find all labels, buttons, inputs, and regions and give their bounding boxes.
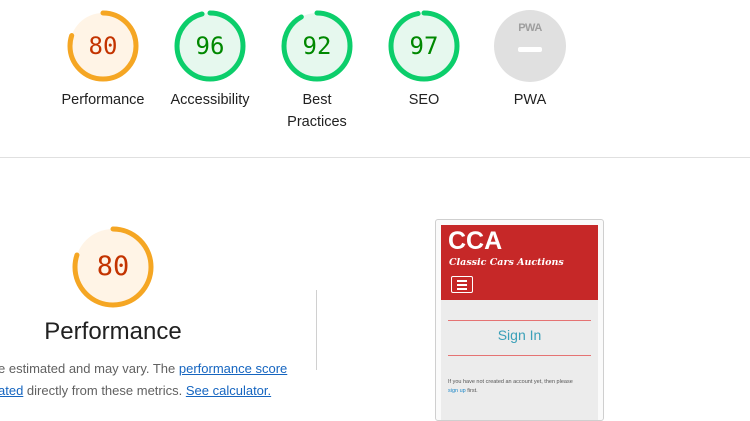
performance-gauge[interactable]: 80 Performance xyxy=(61,9,145,108)
desc-text-1: e estimated and may vary. The xyxy=(0,361,179,376)
performance-description: e estimated and may vary. The performanc… xyxy=(0,358,308,402)
site-header: CCA Classic Cars Auctions xyxy=(441,225,598,300)
best-practices-label: Best Practices xyxy=(287,92,347,130)
pwa-label: PWA xyxy=(513,92,547,108)
seo-gauge[interactable]: 97 SEO xyxy=(387,9,461,108)
note-signup-link: sign up xyxy=(448,388,466,394)
accessibility-gauge[interactable]: 96 Accessibility xyxy=(171,9,249,108)
best-practices-score: 92 xyxy=(302,32,332,60)
performance-score-link[interactable]: performance score xyxy=(179,361,287,376)
see-calculator-link[interactable]: See calculator. xyxy=(186,383,271,398)
page-screenshot[interactable]: CCA Classic Cars Auctions Sign In If you… xyxy=(435,219,604,421)
sign-in-heading: Sign In xyxy=(497,327,542,343)
site-logo: CCA xyxy=(448,227,503,255)
site-body: Sign In If you have not created an accou… xyxy=(441,300,598,420)
bottom-rule xyxy=(448,355,591,356)
site-tagline: Classic Cars Auctions xyxy=(449,257,564,268)
pwa-badge-text: PWA xyxy=(518,22,542,34)
seo-score: 97 xyxy=(409,32,439,60)
section-divider xyxy=(0,157,750,158)
top-rule xyxy=(448,320,591,321)
accessibility-label: Accessibility xyxy=(170,92,250,108)
calculated-link[interactable]: ated xyxy=(0,383,23,398)
performance-large-gauge: 80 xyxy=(71,225,155,309)
performance-score: 80 xyxy=(88,32,118,60)
pwa-gauge[interactable]: PWA PWA xyxy=(493,9,567,108)
note-text: If you have not created an account yet, … xyxy=(448,379,573,385)
performance-large-score: 80 xyxy=(96,251,130,282)
performance-section-title: Performance xyxy=(44,318,182,345)
pwa-badge-icon xyxy=(494,10,566,82)
signup-note: If you have not created an account yet, … xyxy=(448,378,593,396)
accessibility-score: 96 xyxy=(195,32,225,60)
hamburger-menu-icon xyxy=(451,276,473,293)
vertical-separator xyxy=(316,290,317,370)
best-practices-gauge[interactable]: 92 Best Practices xyxy=(280,9,354,130)
desc-text-2: directly from these metrics. xyxy=(23,383,186,398)
note-end: first. xyxy=(465,388,478,394)
